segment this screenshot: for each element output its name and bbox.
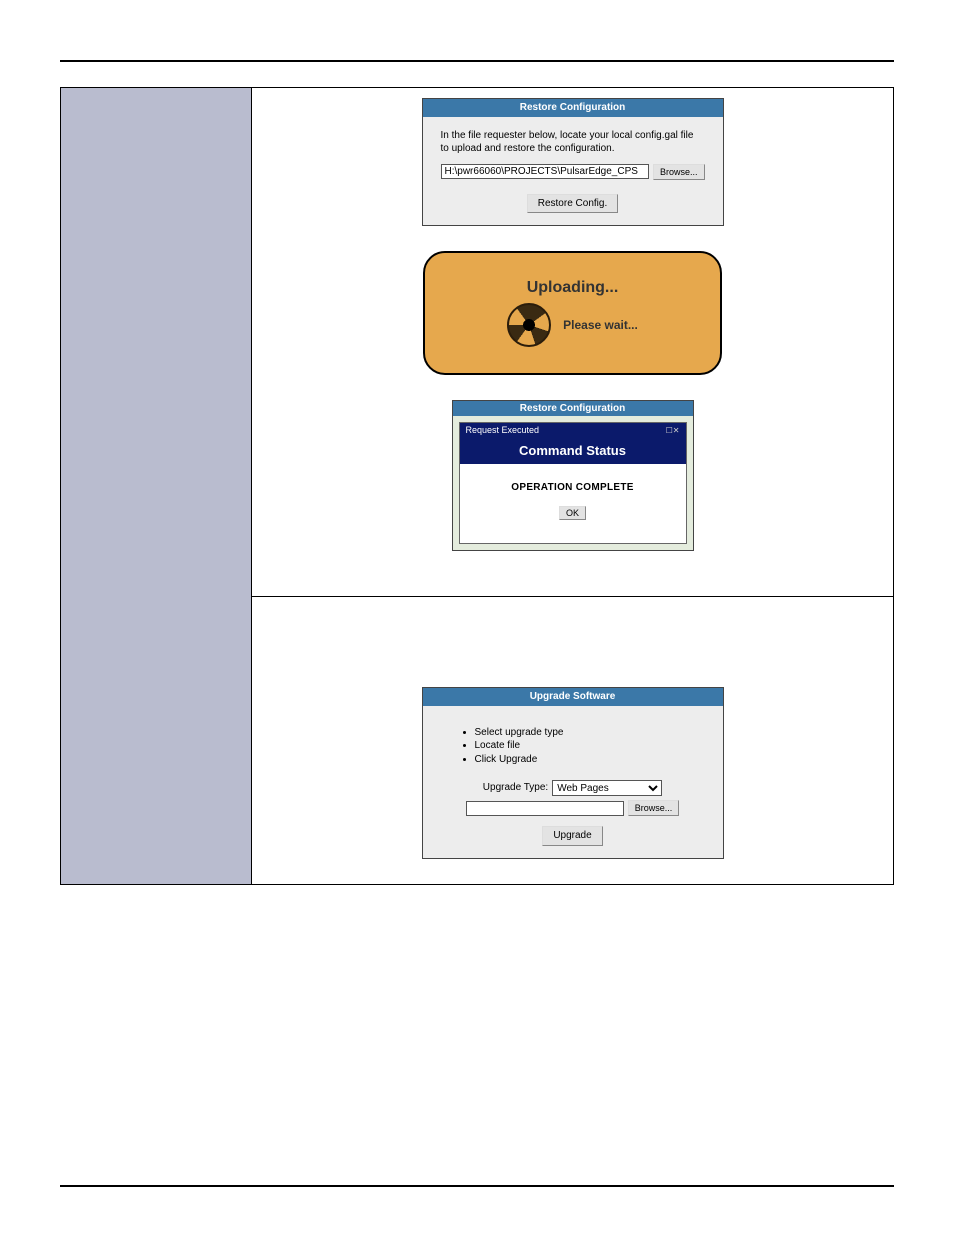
close-icon[interactable]: ☐✕ [666, 426, 680, 435]
upgrade-type-label: Upgrade Type: [483, 781, 548, 795]
ok-button[interactable]: OK [559, 506, 586, 520]
upgrade-step-2: Locate file [475, 739, 705, 753]
restore-config-button[interactable]: Restore Config. [527, 194, 618, 214]
upgrade-browse-button[interactable]: Browse... [628, 800, 680, 816]
upgrade-file-input[interactable] [466, 801, 624, 816]
restore-browse-button[interactable]: Browse... [653, 164, 705, 180]
upgrade-type-select[interactable]: Web Pages [552, 780, 662, 796]
upgrade-step-3: Click Upgrade [475, 753, 705, 767]
request-executed-label: Request Executed [466, 425, 540, 435]
command-status-panel-header: Restore Configuration [453, 401, 693, 416]
doc-table: Restore Configuration In the file reques… [60, 87, 894, 885]
uploading-wait: Please wait... [563, 318, 638, 332]
uploading-dialog: Uploading... Please wait... [423, 251, 722, 375]
upgrade-software-panel: Upgrade Software Select upgrade type Loc… [422, 687, 724, 859]
restore-config-panel: Restore Configuration In the file reques… [422, 98, 724, 226]
uploading-title: Uploading... [527, 279, 619, 297]
restore-config-header: Restore Configuration [423, 99, 723, 117]
spinner-icon [507, 303, 551, 347]
restore-file-input[interactable] [441, 164, 649, 179]
upgrade-button[interactable]: Upgrade [542, 826, 602, 846]
footer-rule [60, 1185, 894, 1187]
restore-instruction: In the file requester below, locate your… [441, 129, 705, 156]
operation-complete-message: OPERATION COMPLETE [468, 482, 678, 493]
command-status-panel: Restore Configuration Request Executed ☐… [452, 400, 694, 551]
upgrade-step-1: Select upgrade type [475, 726, 705, 740]
upgrade-software-header: Upgrade Software [423, 688, 723, 706]
left-sidebar [61, 88, 252, 884]
header-rule [60, 60, 894, 62]
command-status-titlebar: Request Executed ☐✕ [460, 423, 686, 437]
command-status-title: Command Status [460, 437, 686, 464]
